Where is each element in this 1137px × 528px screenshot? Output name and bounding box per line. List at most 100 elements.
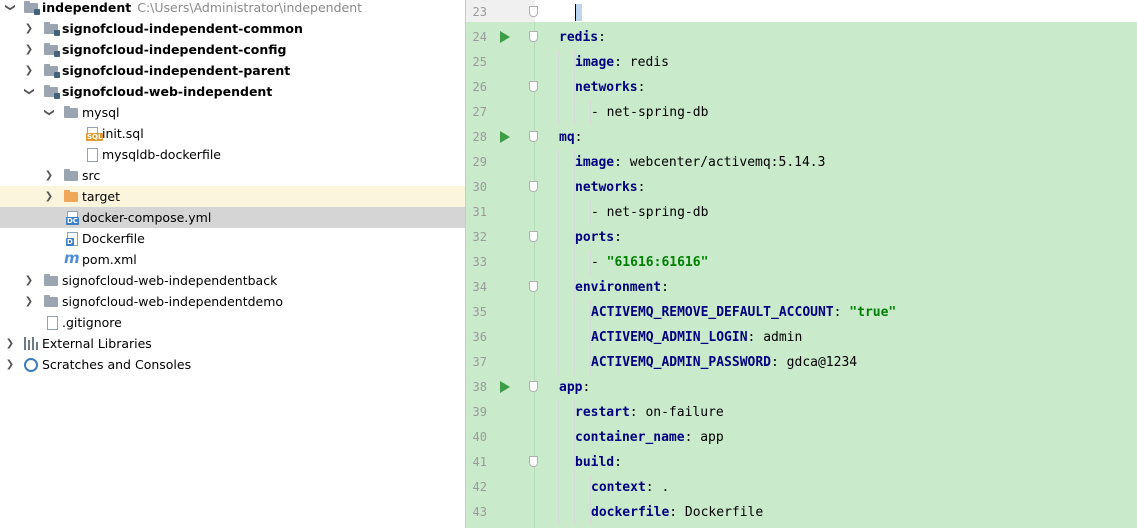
code-line[interactable]: 39 restart: on-failure bbox=[466, 400, 1137, 425]
fold-marker-icon[interactable] bbox=[529, 281, 538, 292]
yaml-key: context bbox=[591, 480, 646, 495]
tree-row-pom-xml[interactable]: m pom.xml bbox=[0, 249, 465, 270]
code-text: dockerfile: Dockerfile bbox=[591, 500, 763, 525]
indent-guide bbox=[558, 425, 559, 450]
chevron-down-icon[interactable]: ❯ bbox=[39, 106, 60, 120]
code-line[interactable]: 36 ACTIVEMQ_ADMIN_LOGIN: admin bbox=[466, 325, 1137, 350]
chevron-down-icon[interactable]: ❯ bbox=[19, 85, 40, 99]
chevron-right-icon[interactable]: ❯ bbox=[22, 60, 36, 81]
code-text: redis: bbox=[559, 25, 606, 50]
tree-item-label: signofcloud-web-independentback bbox=[62, 273, 278, 288]
code-text: image: webcenter/activemq:5.14.3 bbox=[575, 150, 825, 175]
chevron-right-icon[interactable]: ❯ bbox=[42, 165, 56, 186]
line-number: 28 bbox=[472, 130, 487, 144]
yaml-value: : bbox=[637, 180, 646, 195]
yaml-value: : bbox=[661, 280, 669, 295]
tree-row-target[interactable]: ❯ target bbox=[0, 186, 465, 207]
chevron-right-icon[interactable]: ❯ bbox=[42, 186, 56, 207]
fold-marker-icon[interactable] bbox=[529, 31, 538, 42]
tree-item-label: signofcloud-independent-parent bbox=[62, 63, 291, 78]
chevron-right-icon[interactable]: ❯ bbox=[22, 270, 36, 291]
code-line[interactable]: 29 image: webcenter/activemq:5.14.3 bbox=[466, 150, 1137, 175]
code-text: ACTIVEMQ_ADMIN_PASSWORD: gdca@1234 bbox=[591, 350, 857, 375]
yaml-value: : bbox=[614, 455, 622, 470]
yaml-value: : bbox=[637, 80, 646, 95]
chevron-right-icon[interactable]: ❯ bbox=[22, 18, 36, 39]
code-text: app: bbox=[559, 375, 590, 400]
fold-marker-icon[interactable] bbox=[529, 131, 538, 142]
tree-row-mysql[interactable]: ❯ mysql bbox=[0, 102, 465, 123]
tree-row-dockerfile[interactable]: D Dockerfile bbox=[0, 228, 465, 249]
tree-row-web-independentback[interactable]: ❯ signofcloud-web-independentback bbox=[0, 270, 465, 291]
code-line[interactable]: 42 context: . bbox=[466, 475, 1137, 500]
code-line[interactable]: 28 mq: bbox=[466, 125, 1137, 150]
tree-row-independent-parent[interactable]: ❯ signofcloud-independent-parent bbox=[0, 60, 465, 81]
code-line[interactable]: 23 bbox=[466, 0, 1137, 25]
code-line[interactable]: 35 ACTIVEMQ_REMOVE_DEFAULT_ACCOUNT: "true… bbox=[466, 300, 1137, 325]
tree-row-gitignore[interactable]: .gitignore bbox=[0, 312, 465, 333]
code-line[interactable]: 31 - net-spring-db bbox=[466, 200, 1137, 225]
code-text: build: bbox=[575, 450, 622, 475]
line-number: 36 bbox=[472, 330, 487, 344]
tree-root-path: C:\Users\Administrator\independent bbox=[137, 0, 363, 15]
chevron-right-icon[interactable]: ❯ bbox=[3, 354, 17, 375]
fold-marker-icon[interactable] bbox=[529, 381, 538, 392]
chevron-right-icon[interactable]: ❯ bbox=[22, 291, 36, 312]
code-line[interactable]: 38 app: bbox=[466, 375, 1137, 400]
tree-row-independent-config[interactable]: ❯ signofcloud-independent-config bbox=[0, 39, 465, 60]
code-text: restart: on-failure bbox=[575, 400, 724, 425]
tree-item-label: mysql bbox=[82, 105, 120, 120]
run-icon[interactable] bbox=[500, 381, 510, 393]
folder-icon bbox=[64, 169, 78, 181]
code-line[interactable]: 24 redis: bbox=[466, 25, 1137, 50]
tree-row-init-sql[interactable]: SQL init.sql bbox=[0, 123, 465, 144]
code-line[interactable]: 43 dockerfile: Dockerfile bbox=[466, 500, 1137, 525]
tree-row-web-independent[interactable]: ❯ signofcloud-web-independent bbox=[0, 81, 465, 102]
fold-marker-icon[interactable] bbox=[529, 456, 538, 467]
code-line[interactable]: 26 networks: bbox=[466, 75, 1137, 100]
indent-guide bbox=[558, 325, 559, 350]
chevron-down-icon[interactable]: ❯ bbox=[0, 1, 21, 15]
code-text: container_name: app bbox=[575, 425, 724, 450]
code-line[interactable]: 40 container_name: app bbox=[466, 425, 1137, 450]
code-line[interactable]: 34 environment: bbox=[466, 275, 1137, 300]
tree-row-docker-compose[interactable]: DC docker-compose.yml bbox=[0, 207, 465, 228]
code-line[interactable]: 33 - "61616:61616" bbox=[466, 250, 1137, 275]
line-number: 30 bbox=[472, 180, 487, 194]
code-line[interactable]: 25 image: redis bbox=[466, 50, 1137, 75]
tree-row-mysqldb-dockerfile[interactable]: mysqldb-dockerfile bbox=[0, 144, 465, 165]
tree-row-scratches[interactable]: ❯ Scratches and Consoles bbox=[0, 354, 465, 375]
code-line[interactable]: 30 networks: bbox=[466, 175, 1137, 200]
tree-item-label: Dockerfile bbox=[82, 231, 145, 246]
run-icon[interactable] bbox=[500, 31, 510, 43]
code-line[interactable]: 27 - net-spring-db bbox=[466, 100, 1137, 125]
code-line[interactable]: 37 ACTIVEMQ_ADMIN_PASSWORD: gdca@1234 bbox=[466, 350, 1137, 375]
yaml-key: image bbox=[575, 55, 615, 70]
project-tree: ❯ independent C:\Users\Administrator\inde… bbox=[0, 0, 465, 528]
code-line[interactable]: 32 ports: bbox=[466, 225, 1137, 250]
fold-marker-icon[interactable] bbox=[529, 6, 538, 17]
fold-marker-icon[interactable] bbox=[529, 231, 538, 242]
tree-row-external-libraries[interactable]: ❯ External Libraries bbox=[0, 333, 465, 354]
text-file-icon bbox=[87, 148, 98, 162]
line-number: 39 bbox=[472, 405, 487, 419]
docker-compose-file-icon: DC bbox=[66, 211, 79, 225]
tree-row-root[interactable]: ❯ independent C:\Users\Administrator\inde… bbox=[0, 0, 465, 18]
yaml-key: image bbox=[575, 155, 615, 170]
chevron-right-icon[interactable]: ❯ bbox=[22, 39, 36, 60]
yaml-key: ACTIVEMQ_REMOVE_DEFAULT_ACCOUNT bbox=[591, 305, 834, 320]
code-text: image: redis bbox=[575, 50, 669, 75]
fold-marker-icon[interactable] bbox=[529, 81, 538, 92]
line-number: 37 bbox=[472, 355, 487, 369]
line-number: 41 bbox=[472, 455, 487, 469]
code-text: context: . bbox=[591, 475, 669, 500]
run-icon[interactable] bbox=[500, 131, 510, 143]
code-line[interactable]: 41 build: bbox=[466, 450, 1137, 475]
tree-row-independent-common[interactable]: ❯ signofcloud-independent-common bbox=[0, 18, 465, 39]
chevron-right-icon[interactable]: ❯ bbox=[3, 333, 17, 354]
code-text: - "61616:61616" bbox=[591, 250, 708, 275]
yaml-value: : on-failure bbox=[629, 405, 724, 420]
tree-row-web-independentdemo[interactable]: ❯ signofcloud-web-independentdemo bbox=[0, 291, 465, 312]
fold-marker-icon[interactable] bbox=[529, 181, 538, 192]
tree-row-src[interactable]: ❯ src bbox=[0, 165, 465, 186]
